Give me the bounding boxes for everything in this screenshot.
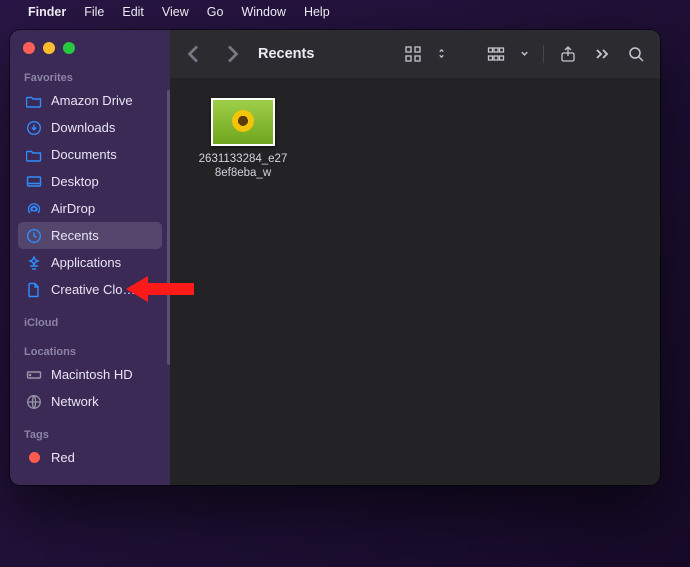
menu-file[interactable]: File: [84, 5, 104, 19]
sidebar-item-label: Documents: [51, 147, 117, 162]
forward-button[interactable]: [222, 44, 242, 64]
sidebar-item-label: Recents: [51, 228, 99, 243]
sidebar-item-label: AirDrop: [51, 201, 95, 216]
share-icon[interactable]: [558, 44, 578, 64]
sidebar-item-label: Applications: [51, 255, 121, 270]
sidebar-item-airdrop[interactable]: AirDrop: [18, 195, 162, 222]
disk-icon: [26, 367, 42, 383]
sidebar-item-amazon-drive[interactable]: Amazon Drive: [18, 87, 162, 114]
folder-icon: [26, 93, 42, 109]
sidebar-item-desktop[interactable]: Desktop: [18, 168, 162, 195]
chevron-down-icon[interactable]: [520, 45, 529, 63]
sidebar-section-icloud: iCloud: [10, 311, 170, 332]
menu-help[interactable]: Help: [304, 5, 330, 19]
menu-edit[interactable]: Edit: [122, 5, 144, 19]
applications-icon: [26, 255, 42, 271]
minimize-button[interactable]: [43, 42, 55, 54]
airdrop-icon: [26, 201, 42, 217]
menu-go[interactable]: Go: [207, 5, 224, 19]
view-mode-updown-icon[interactable]: [437, 45, 446, 63]
sidebar-item-creative-cloud[interactable]: Creative Clo…: [18, 276, 162, 303]
globe-icon: [26, 394, 42, 410]
finder-window: Favorites Amazon Drive Downloads Documen…: [10, 30, 660, 485]
clock-icon: [26, 228, 42, 244]
sidebar-item-label: Network: [51, 394, 99, 409]
sidebar: Favorites Amazon Drive Downloads Documen…: [10, 30, 170, 485]
file-name: 2631133284_e278ef8eba_w: [199, 152, 288, 181]
sidebar-item-label: Red: [51, 450, 75, 465]
sidebar-item-downloads[interactable]: Downloads: [18, 114, 162, 141]
sidebar-item-label: Desktop: [51, 174, 99, 189]
sidebar-item-label: Creative Clo…: [51, 282, 136, 297]
sidebar-item-documents[interactable]: Documents: [18, 141, 162, 168]
sidebar-item-macintosh-hd[interactable]: Macintosh HD: [18, 361, 162, 388]
folder-icon: [26, 147, 42, 163]
file-grid[interactable]: 2631133284_e278ef8eba_w: [170, 78, 660, 485]
file-thumbnail: [211, 98, 275, 146]
window-title: Recents: [258, 46, 314, 62]
sidebar-item-label: Downloads: [51, 120, 115, 135]
close-button[interactable]: [23, 42, 35, 54]
sidebar-item-tag-red[interactable]: Red: [18, 444, 162, 471]
tag-dot-icon: [26, 450, 42, 466]
fullscreen-button[interactable]: [63, 42, 75, 54]
main-pane: Recents: [170, 30, 660, 485]
menubar-app-name[interactable]: Finder: [28, 5, 66, 19]
menubar: Finder File Edit View Go Window Help: [0, 0, 690, 24]
sidebar-item-applications[interactable]: Applications: [18, 249, 162, 276]
menu-window[interactable]: Window: [241, 5, 285, 19]
overflow-icon[interactable]: [592, 44, 612, 64]
file-item[interactable]: 2631133284_e278ef8eba_w: [188, 98, 298, 181]
sidebar-section-favorites: Favorites: [10, 66, 170, 87]
back-button[interactable]: [184, 44, 204, 64]
search-icon[interactable]: [626, 44, 646, 64]
download-icon: [26, 120, 42, 136]
file-icon: [26, 282, 42, 298]
sidebar-item-label: Macintosh HD: [51, 367, 133, 382]
toolbar: Recents: [170, 30, 660, 78]
menu-view[interactable]: View: [162, 5, 189, 19]
sidebar-item-network[interactable]: Network: [18, 388, 162, 415]
sidebar-item-recents[interactable]: Recents: [18, 222, 162, 249]
sidebar-scrollbar[interactable]: [167, 90, 170, 365]
sidebar-item-label: Amazon Drive: [51, 93, 133, 108]
window-controls: [10, 40, 170, 66]
group-by-icon[interactable]: [486, 44, 506, 64]
toolbar-separator: [543, 45, 544, 63]
sidebar-section-tags: Tags: [10, 423, 170, 444]
view-mode-icon-grid[interactable]: [403, 44, 423, 64]
sidebar-section-locations: Locations: [10, 340, 170, 361]
desktop-icon: [26, 174, 42, 190]
